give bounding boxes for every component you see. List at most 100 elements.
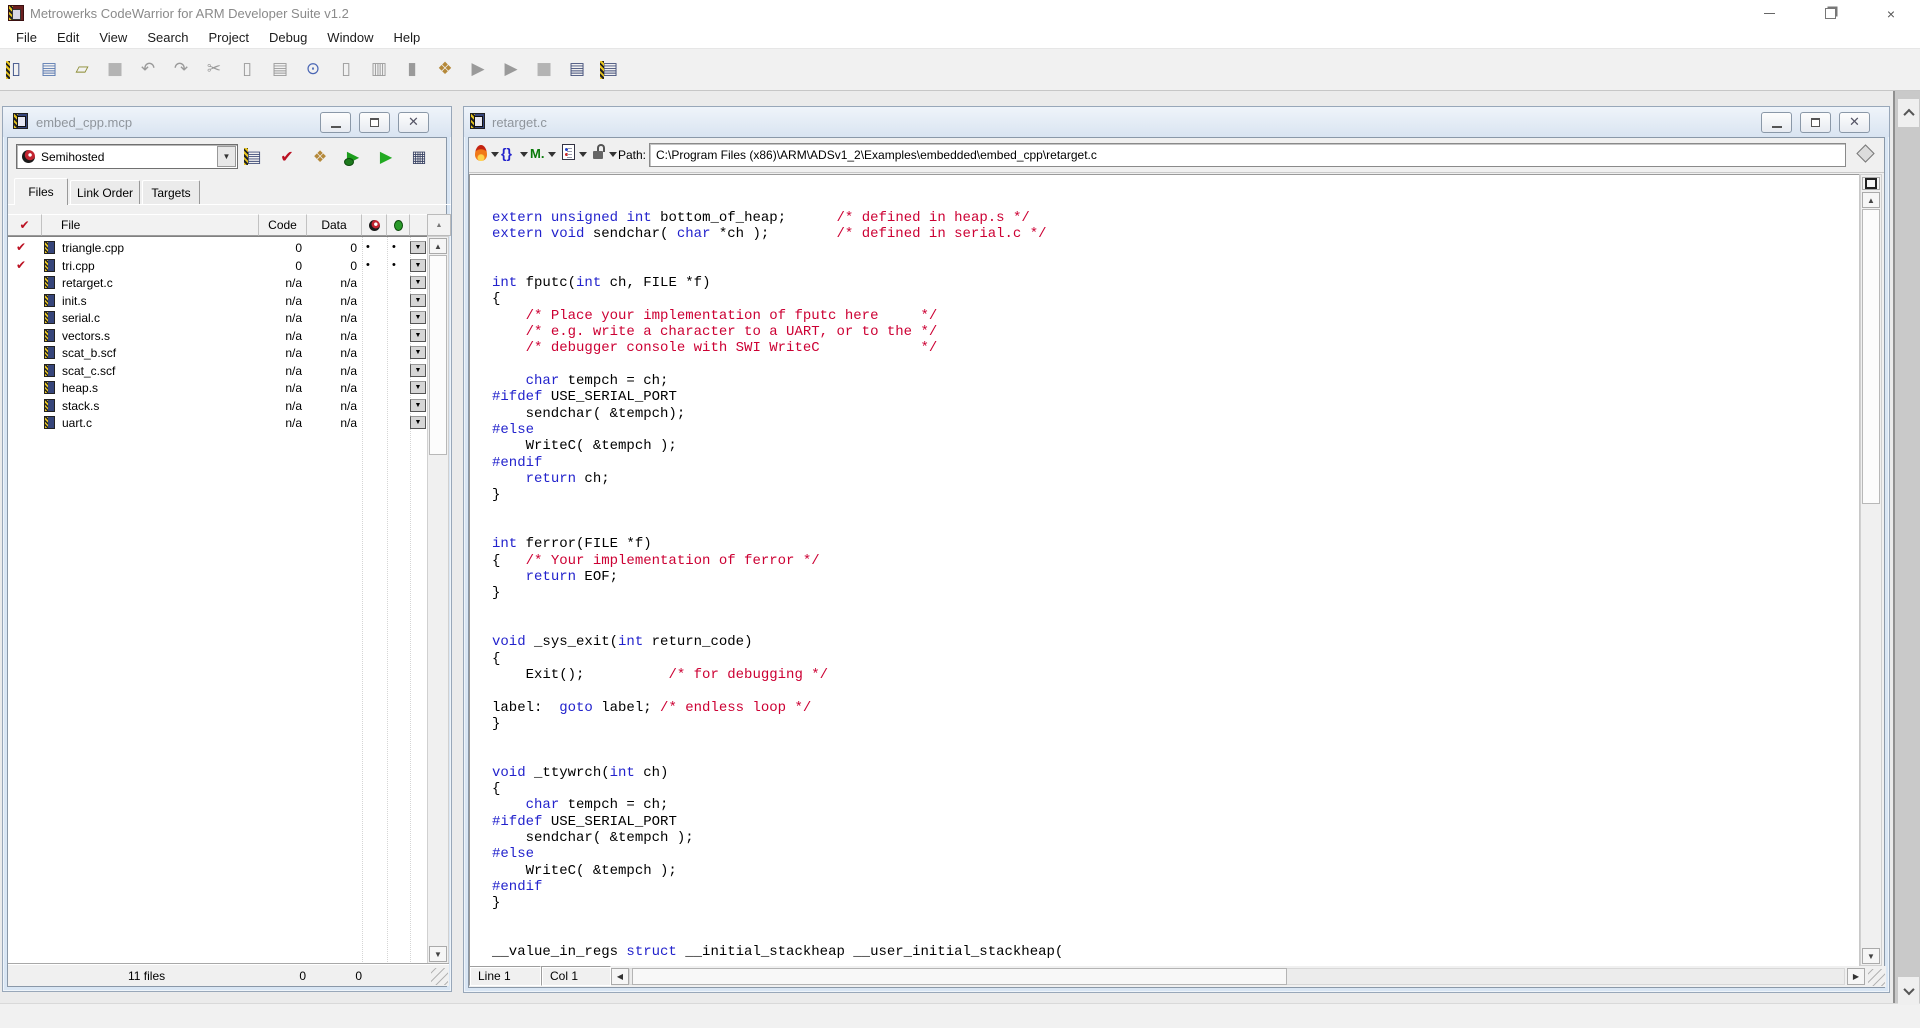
table-row[interactable]: vectors.s n/a n/a ▼ [8,327,427,345]
minimize-button[interactable] [320,112,351,133]
column-debug[interactable] [387,214,410,236]
scrollbar-thumb[interactable] [1862,209,1880,504]
column-code[interactable]: Code [259,214,307,236]
maximize-button[interactable] [1800,112,1831,133]
maximize-button[interactable] [359,112,390,133]
table-row[interactable]: stack.s n/a n/a ▼ [8,397,427,415]
target-settings-icon[interactable]: ▤ [598,56,622,84]
unlock-icon[interactable] [592,144,606,162]
target-selector[interactable]: Semihosted ▼ [16,144,238,169]
braces-icon[interactable]: {} [501,145,512,161]
scrollbar-thumb[interactable] [429,255,447,455]
column-target[interactable] [362,214,387,236]
hscrollbar-thumb[interactable] [632,968,1287,985]
debug-icon[interactable]: ▶ [466,56,490,84]
menu-debug[interactable]: Debug [259,28,317,47]
menu-view[interactable]: View [89,28,137,47]
file-popup-button[interactable]: ▼ [410,416,426,429]
file-popup-button[interactable]: ▼ [410,346,426,359]
routines-flame-icon[interactable] [475,145,487,161]
table-row[interactable]: heap.s n/a n/a ▼ [8,379,427,397]
scroll-down-icon[interactable]: ▼ [1862,948,1880,964]
split-pane-button[interactable] [1862,177,1880,190]
scroll-up-icon[interactable]: ▲ [429,238,447,254]
file-popup-button[interactable]: ▼ [410,311,426,324]
file-popup-button[interactable]: ▼ [410,293,426,307]
new-project-icon[interactable]: ▤ [37,56,61,84]
close-button[interactable]: ✕ [398,112,429,133]
minimize-button[interactable] [1761,112,1792,133]
scroll-right-icon[interactable]: ▶ [1847,968,1865,985]
stop-icon[interactable]: ■ [532,56,556,84]
save-icon[interactable]: ■ [103,56,127,84]
table-row[interactable]: ✔ triangle.cpp 0 0 • • ▼ [8,239,427,257]
minimize-button[interactable] [1752,0,1786,27]
table-row[interactable]: scat_b.scf n/a n/a ▼ [8,344,427,362]
file-popup-button[interactable]: ▼ [410,363,426,377]
diamond-icon[interactable] [1856,144,1875,163]
chevron-down-icon[interactable] [609,152,617,157]
column-indicator[interactable]: Col 1 [541,966,611,986]
file-popup-button[interactable]: ▼ [410,258,426,272]
make-icon[interactable]: ❖ [308,144,332,169]
menu-file[interactable]: File [6,28,47,47]
close-button[interactable]: × [1874,0,1908,27]
file-popup-button[interactable]: ▼ [410,398,426,412]
scroll-left-icon[interactable]: ◀ [611,968,629,985]
redo-icon[interactable]: ↷ [169,56,193,84]
project-window-titlebar[interactable]: embed_cpp.mcp ✕ [3,107,451,137]
bookmark-icon[interactable]: ▮ [400,56,424,84]
column-touch[interactable]: ✔ [8,214,42,236]
close-button[interactable]: ✕ [1839,112,1870,133]
make-icon[interactable]: ❖ [433,56,457,84]
menu-project[interactable]: Project [199,28,259,47]
run-icon[interactable]: ▶ [499,56,523,84]
table-row[interactable]: init.s n/a n/a ▼ [8,292,427,310]
editor-window-titlebar[interactable]: retarget.c ✕ [464,107,1889,137]
markers-icon[interactable]: M. [530,146,544,161]
chevron-down-icon[interactable] [548,152,556,157]
file-popup-button[interactable]: ▼ [410,328,426,342]
menu-search[interactable]: Search [137,28,198,47]
table-row[interactable]: ✔ tri.cpp 0 0 • • ▼ [8,257,427,275]
restore-button[interactable] [1813,0,1847,27]
chevron-down-icon[interactable] [520,152,528,157]
find-next-icon[interactable]: ▯ [334,56,358,84]
table-row[interactable]: serial.c n/a n/a ▼ [8,309,427,327]
file-popup-button[interactable]: ▼ [410,241,426,254]
tab-link-order[interactable]: Link Order [70,180,140,204]
scroll-up-icon[interactable]: ▲ [1862,192,1880,208]
new-file-icon[interactable]: ▯ [4,56,28,84]
path-field[interactable]: C:\Program Files (x86)\ARM\ADSv1_2\Examp… [649,143,1846,167]
code-area[interactable]: extern unsigned int bottom_of_heap; /* d… [469,174,1860,966]
check-syntax-icon[interactable]: ✔ [275,144,299,169]
line-indicator[interactable]: Line 1 [469,966,541,986]
scroll-up-icon[interactable] [1898,99,1919,127]
table-row[interactable]: retarget.c n/a n/a ▼ [8,274,427,292]
table-row[interactable]: scat_c.scf n/a n/a ▼ [8,362,427,380]
target-settings-icon[interactable]: ▤ [242,144,266,169]
undo-icon[interactable]: ↶ [136,56,160,84]
copy-icon[interactable]: ▯ [235,56,259,84]
menu-edit[interactable]: Edit [47,28,89,47]
paste-icon[interactable]: ▤ [268,56,292,84]
column-file[interactable]: File [42,214,259,236]
chevron-down-icon[interactable] [579,152,587,157]
tab-files[interactable]: Files [14,178,68,205]
resize-grip[interactable] [1868,969,1885,986]
column-data[interactable]: Data [307,214,362,236]
replace-icon[interactable]: ▥ [367,56,391,84]
open-icon[interactable]: ▱ [70,56,94,84]
sort-order-button[interactable]: ▲ [427,214,451,236]
settings-icon[interactable]: ▤ [565,56,589,84]
run-icon[interactable]: ▶ [374,144,398,169]
cut-icon[interactable]: ✂ [202,56,226,84]
file-dropdown-icon[interactable] [562,144,575,160]
project-scrollbar[interactable]: ▲ ▼ [427,236,449,964]
chevron-down-icon[interactable] [491,152,499,157]
menu-help[interactable]: Help [384,28,431,47]
scroll-down-icon[interactable]: ▼ [429,946,447,962]
file-popup-button[interactable]: ▼ [410,276,426,289]
editor-vscrollbar[interactable]: ▲ ▼ [1860,174,1882,966]
scroll-down-icon[interactable] [1898,977,1919,1005]
